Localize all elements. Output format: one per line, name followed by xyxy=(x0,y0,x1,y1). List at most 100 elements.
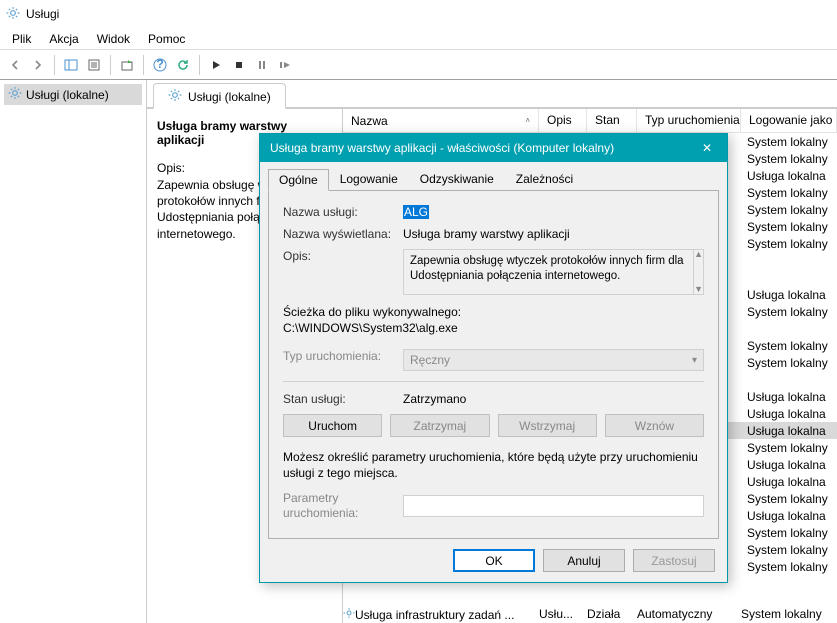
label-description: Opis: xyxy=(283,249,403,295)
svg-text:?: ? xyxy=(156,58,163,71)
gear-icon xyxy=(343,608,355,622)
cell-log: Usługa lokalna xyxy=(741,287,837,303)
gear-icon xyxy=(8,86,22,103)
col-typ[interactable]: Typ uruchomienia xyxy=(637,109,741,132)
menu-file[interactable]: Plik xyxy=(4,30,39,48)
cancel-button[interactable]: Anuluj xyxy=(543,549,625,572)
cell-log: System lokalny xyxy=(741,440,837,456)
window-titlebar: Usługi xyxy=(0,0,837,28)
tree-root-label: Usługi (lokalne) xyxy=(26,88,109,102)
show-hide-tree-button[interactable] xyxy=(60,54,82,76)
cell-log xyxy=(741,328,837,330)
cell-log: System lokalny xyxy=(741,491,837,507)
tab-general[interactable]: Ogólne xyxy=(268,169,329,191)
label-service-name: Nazwa usługi: xyxy=(283,205,403,219)
menu-help[interactable]: Pomoc xyxy=(140,30,193,48)
cell-log: System lokalny xyxy=(741,355,837,371)
apply-button: Zastosuj xyxy=(633,549,715,572)
col-opis[interactable]: Opis xyxy=(539,109,587,132)
startup-type-value: Ręczny xyxy=(410,353,450,367)
cell-typ: Automatyczny xyxy=(637,607,741,621)
stop-button: Zatrzymaj xyxy=(390,414,489,437)
scroll-down-icon: ▼ xyxy=(694,285,703,294)
menu-action[interactable]: Akcja xyxy=(41,30,86,48)
content-tab[interactable]: Usługi (lokalne) xyxy=(153,83,286,109)
toolbar-separator xyxy=(54,55,55,75)
cell-stan: Działa xyxy=(587,607,637,621)
startup-type-select: Ręczny ▾ xyxy=(403,349,704,371)
window-title: Usługi xyxy=(26,7,59,21)
dialog-titlebar[interactable]: Usługa bramy warstwy aplikacji - właściw… xyxy=(260,134,727,162)
stop-service-button[interactable] xyxy=(228,54,250,76)
export-button[interactable] xyxy=(116,54,138,76)
dialog-title: Usługa bramy warstwy aplikacji - właściw… xyxy=(270,141,614,155)
help-button[interactable]: ? xyxy=(149,54,171,76)
pause-service-button[interactable] xyxy=(251,54,273,76)
properties-button[interactable] xyxy=(83,54,105,76)
chevron-down-icon: ▾ xyxy=(692,355,697,366)
cell-log xyxy=(741,260,837,262)
cell-log: System lokalny xyxy=(741,559,837,575)
label-start-params: Parametry uruchomienia: xyxy=(283,491,403,520)
toolbar-separator xyxy=(110,55,111,75)
gear-icon xyxy=(6,6,20,23)
toolbar-separator xyxy=(199,55,200,75)
cell-log: Usługa lokalna xyxy=(741,389,837,405)
value-display-name: Usługa bramy warstwy aplikacji xyxy=(403,227,704,241)
toolbar-separator xyxy=(143,55,144,75)
cell-log: System lokalny xyxy=(741,236,837,252)
gear-icon xyxy=(168,88,182,105)
cell-log: System lokalny xyxy=(741,185,837,201)
cell-log: Usługa lokalna xyxy=(741,508,837,524)
cell-log: Usługa lokalna xyxy=(741,474,837,490)
content-tab-label: Usługi (lokalne) xyxy=(188,90,271,104)
resume-button: Wznów xyxy=(605,414,704,437)
refresh-button[interactable] xyxy=(172,54,194,76)
cell-log: Usługa lokalna xyxy=(741,457,837,473)
cell-log: Usługa lokalna xyxy=(741,168,837,184)
start-button[interactable]: Uruchom xyxy=(283,414,382,437)
tab-logon[interactable]: Logowanie xyxy=(329,168,409,190)
pause-button: Wstrzymaj xyxy=(498,414,597,437)
sort-caret-icon: ˄ xyxy=(525,116,530,125)
value-exe-path: C:\WINDOWS\System32\alg.exe xyxy=(283,321,704,335)
cell-log: System lokalny xyxy=(741,202,837,218)
cell-log: System lokalny xyxy=(741,525,837,541)
start-service-button[interactable] xyxy=(205,54,227,76)
tab-recovery[interactable]: Odzyskiwanie xyxy=(409,168,505,190)
start-params-input xyxy=(403,495,704,517)
content-tabstrip: Usługi (lokalne) xyxy=(147,80,837,108)
close-button[interactable]: ✕ xyxy=(697,141,717,155)
cell-log: System lokalny xyxy=(741,542,837,558)
description-scrollbar[interactable]: ▲ ▼ xyxy=(693,249,704,295)
tab-dependencies[interactable]: Zależności xyxy=(505,168,584,190)
value-service-name[interactable]: ALG xyxy=(403,205,429,219)
list-header: Nazwa˄ Opis Stan Typ uruchomienia Logowa… xyxy=(343,109,837,133)
value-description: Zapewnia obsługę wtyczek protokołów inny… xyxy=(403,249,693,295)
back-button[interactable] xyxy=(4,54,26,76)
forward-button[interactable] xyxy=(27,54,49,76)
cell-log: System lokalny xyxy=(741,219,837,235)
cell-log xyxy=(741,379,837,381)
cell-opis: Usłu... xyxy=(539,607,587,621)
restart-service-button[interactable] xyxy=(274,54,296,76)
label-exe-path: Ścieżka do pliku wykonywalnego: xyxy=(283,305,704,319)
list-row[interactable]: Usługa infrastruktury zadań ... Usłu... … xyxy=(343,604,837,623)
col-stan[interactable]: Stan xyxy=(587,109,637,132)
cell-log: System lokalny xyxy=(741,134,837,150)
col-name[interactable]: Nazwa˄ xyxy=(343,109,539,132)
menubar: Plik Akcja Widok Pomoc xyxy=(0,28,837,50)
menu-view[interactable]: Widok xyxy=(89,30,138,48)
cell-log: System lokalny xyxy=(741,151,837,167)
cell-log: System lokalny xyxy=(741,304,837,320)
tree-root-item[interactable]: Usługi (lokalne) xyxy=(4,84,142,105)
cell-log: System lokalny xyxy=(741,607,837,621)
ok-button[interactable]: OK xyxy=(453,549,535,572)
label-service-state: Stan usługi: xyxy=(283,392,403,406)
col-log[interactable]: Logowanie jako xyxy=(741,109,837,132)
label-startup-type: Typ uruchomienia: xyxy=(283,349,403,371)
properties-dialog: Usługa bramy warstwy aplikacji - właściw… xyxy=(259,133,728,583)
note-text: Możesz określić parametry uruchomienia, … xyxy=(283,449,704,481)
cell-name: Usługa infrastruktury zadań ... xyxy=(355,608,514,622)
scroll-up-icon: ▲ xyxy=(694,250,703,259)
